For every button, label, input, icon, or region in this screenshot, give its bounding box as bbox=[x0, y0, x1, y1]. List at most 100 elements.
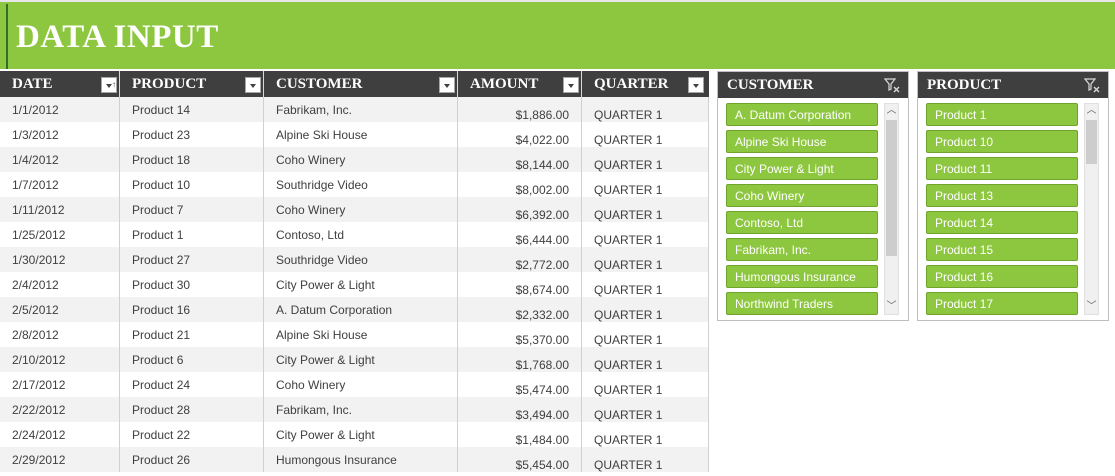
cell-customer[interactable]: Alpine Ski House bbox=[264, 122, 458, 147]
scrollbar[interactable]: ︿ ﹀ bbox=[884, 103, 899, 315]
table-row[interactable]: 1/4/2012 Product 18 Coho Winery $8,144.00 QU… bbox=[0, 147, 709, 172]
cell-amount[interactable]: $8,674.00 bbox=[458, 272, 582, 297]
cell-product[interactable]: Product 30 bbox=[120, 272, 264, 297]
cell-product[interactable]: Product 24 bbox=[120, 372, 264, 397]
table-row[interactable]: 2/17/2012 Product 24 Coho Winery $5,474.00 Q… bbox=[0, 372, 709, 397]
cell-quarter[interactable]: QUARTER 1 bbox=[582, 197, 709, 222]
slicer-item[interactable]: Fabrikam, Inc. bbox=[726, 238, 878, 261]
filter-dropdown-icon[interactable] bbox=[688, 77, 704, 93]
cell-product[interactable]: Product 6 bbox=[120, 347, 264, 372]
cell-product[interactable]: Product 26 bbox=[120, 447, 264, 472]
column-header-quarter[interactable]: QUARTER bbox=[582, 71, 709, 97]
column-header-customer[interactable]: CUSTOMER bbox=[264, 71, 458, 97]
cell-quarter[interactable]: QUARTER 1 bbox=[582, 247, 709, 272]
cell-quarter[interactable]: QUARTER 1 bbox=[582, 397, 709, 422]
slicer-item[interactable]: Contoso, Ltd bbox=[726, 211, 878, 234]
slicer-item[interactable]: City Power & Light bbox=[726, 157, 878, 180]
cell-date[interactable]: 1/7/2012 bbox=[0, 172, 120, 197]
cell-date[interactable]: 1/4/2012 bbox=[0, 147, 120, 172]
filter-sort-dropdown-icon[interactable]: ↑ bbox=[101, 77, 117, 93]
cell-product[interactable]: Product 10 bbox=[120, 172, 264, 197]
cell-customer[interactable]: Fabrikam, Inc. bbox=[264, 97, 458, 122]
scroll-thumb[interactable] bbox=[1086, 120, 1097, 164]
cell-customer[interactable]: Contoso, Ltd bbox=[264, 222, 458, 247]
cell-amount[interactable]: $5,474.00 bbox=[458, 372, 582, 397]
slicer-item[interactable]: Coho Winery bbox=[726, 184, 878, 207]
clear-filter-icon[interactable] bbox=[1084, 77, 1100, 93]
cell-amount[interactable]: $1,886.00 bbox=[458, 97, 582, 122]
cell-product[interactable]: Product 1 bbox=[120, 222, 264, 247]
cell-date[interactable]: 2/8/2012 bbox=[0, 322, 120, 347]
slicer-item[interactable]: Product 17 bbox=[926, 292, 1078, 315]
cell-customer[interactable]: Southridge Video bbox=[264, 172, 458, 197]
cell-product[interactable]: Product 14 bbox=[120, 97, 264, 122]
cell-date[interactable]: 1/25/2012 bbox=[0, 222, 120, 247]
cell-amount[interactable]: $8,144.00 bbox=[458, 147, 582, 172]
table-row[interactable]: 1/3/2012 Product 23 Alpine Ski House $4,022… bbox=[0, 122, 709, 147]
table-row[interactable]: 1/7/2012 Product 10 Southridge Video $8,002… bbox=[0, 172, 709, 197]
cell-date[interactable]: 2/5/2012 bbox=[0, 297, 120, 322]
cell-customer[interactable]: Fabrikam, Inc. bbox=[264, 397, 458, 422]
cell-date[interactable]: 2/22/2012 bbox=[0, 397, 120, 422]
slicer-item[interactable]: Product 1 bbox=[926, 103, 1078, 126]
cell-quarter[interactable]: QUARTER 1 bbox=[582, 172, 709, 197]
cell-product[interactable]: Product 27 bbox=[120, 247, 264, 272]
column-header-amount[interactable]: AMOUNT bbox=[458, 71, 582, 97]
cell-customer[interactable]: City Power & Light bbox=[264, 422, 458, 447]
slicer-item[interactable]: Humongous Insurance bbox=[726, 265, 878, 288]
cell-customer[interactable]: Coho Winery bbox=[264, 197, 458, 222]
cell-quarter[interactable]: QUARTER 1 bbox=[582, 297, 709, 322]
filter-dropdown-icon[interactable] bbox=[439, 77, 455, 93]
cell-customer[interactable]: Southridge Video bbox=[264, 247, 458, 272]
scroll-up-icon[interactable]: ︿ bbox=[1085, 104, 1098, 118]
cell-date[interactable]: 1/1/2012 bbox=[0, 97, 120, 122]
column-header-date[interactable]: DATE ↑ bbox=[0, 71, 120, 97]
cell-product[interactable]: Product 21 bbox=[120, 322, 264, 347]
scroll-up-icon[interactable]: ︿ bbox=[885, 104, 898, 118]
cell-quarter[interactable]: QUARTER 1 bbox=[582, 347, 709, 372]
filter-dropdown-icon[interactable] bbox=[563, 77, 579, 93]
table-row[interactable]: 2/10/2012 Product 6 City Power & Light $1,7… bbox=[0, 347, 709, 372]
table-row[interactable]: 2/5/2012 Product 16 A. Datum Corporation $2… bbox=[0, 297, 709, 322]
cell-product[interactable]: Product 18 bbox=[120, 147, 264, 172]
slicer-item[interactable]: Product 10 bbox=[926, 130, 1078, 153]
clear-filter-icon[interactable] bbox=[884, 77, 900, 93]
cell-customer[interactable]: Coho Winery bbox=[264, 147, 458, 172]
cell-amount[interactable]: $1,768.00 bbox=[458, 347, 582, 372]
cell-quarter[interactable]: QUARTER 1 bbox=[582, 322, 709, 347]
cell-product[interactable]: Product 23 bbox=[120, 122, 264, 147]
table-row[interactable]: 2/8/2012 Product 21 Alpine Ski House $5,370… bbox=[0, 322, 709, 347]
cell-quarter[interactable]: QUARTER 1 bbox=[582, 97, 709, 122]
cell-amount[interactable]: $4,022.00 bbox=[458, 122, 582, 147]
cell-quarter[interactable]: QUARTER 1 bbox=[582, 447, 709, 472]
cell-date[interactable]: 1/30/2012 bbox=[0, 247, 120, 272]
slicer-item[interactable]: A. Datum Corporation bbox=[726, 103, 878, 126]
cell-amount[interactable]: $6,444.00 bbox=[458, 222, 582, 247]
cell-date[interactable]: 2/4/2012 bbox=[0, 272, 120, 297]
slicer-item[interactable]: Alpine Ski House bbox=[726, 130, 878, 153]
cell-amount[interactable]: $2,772.00 bbox=[458, 247, 582, 272]
cell-amount[interactable]: $8,002.00 bbox=[458, 172, 582, 197]
cell-amount[interactable]: $3,494.00 bbox=[458, 397, 582, 422]
slicer-item[interactable]: Northwind Traders bbox=[726, 292, 878, 315]
cell-quarter[interactable]: QUARTER 1 bbox=[582, 122, 709, 147]
cell-date[interactable]: 2/24/2012 bbox=[0, 422, 120, 447]
cell-customer[interactable]: Coho Winery bbox=[264, 372, 458, 397]
cell-date[interactable]: 2/29/2012 bbox=[0, 447, 120, 472]
table-row[interactable]: 2/22/2012 Product 28 Fabrikam, Inc. $3,494.… bbox=[0, 397, 709, 422]
slicer-item[interactable]: Product 15 bbox=[926, 238, 1078, 261]
cell-quarter[interactable]: QUARTER 1 bbox=[582, 222, 709, 247]
filter-dropdown-icon[interactable] bbox=[245, 77, 261, 93]
cell-date[interactable]: 1/11/2012 bbox=[0, 197, 120, 222]
cell-customer[interactable]: City Power & Light bbox=[264, 272, 458, 297]
cell-amount[interactable]: $1,484.00 bbox=[458, 422, 582, 447]
cell-product[interactable]: Product 7 bbox=[120, 197, 264, 222]
cell-amount[interactable]: $6,392.00 bbox=[458, 197, 582, 222]
cell-customer[interactable]: A. Datum Corporation bbox=[264, 297, 458, 322]
scroll-thumb[interactable] bbox=[886, 120, 897, 256]
cell-date[interactable]: 1/3/2012 bbox=[0, 122, 120, 147]
cell-product[interactable]: Product 16 bbox=[120, 297, 264, 322]
cell-date[interactable]: 2/17/2012 bbox=[0, 372, 120, 397]
slicer-item[interactable]: Product 13 bbox=[926, 184, 1078, 207]
cell-amount[interactable]: $5,454.00 bbox=[458, 447, 582, 472]
